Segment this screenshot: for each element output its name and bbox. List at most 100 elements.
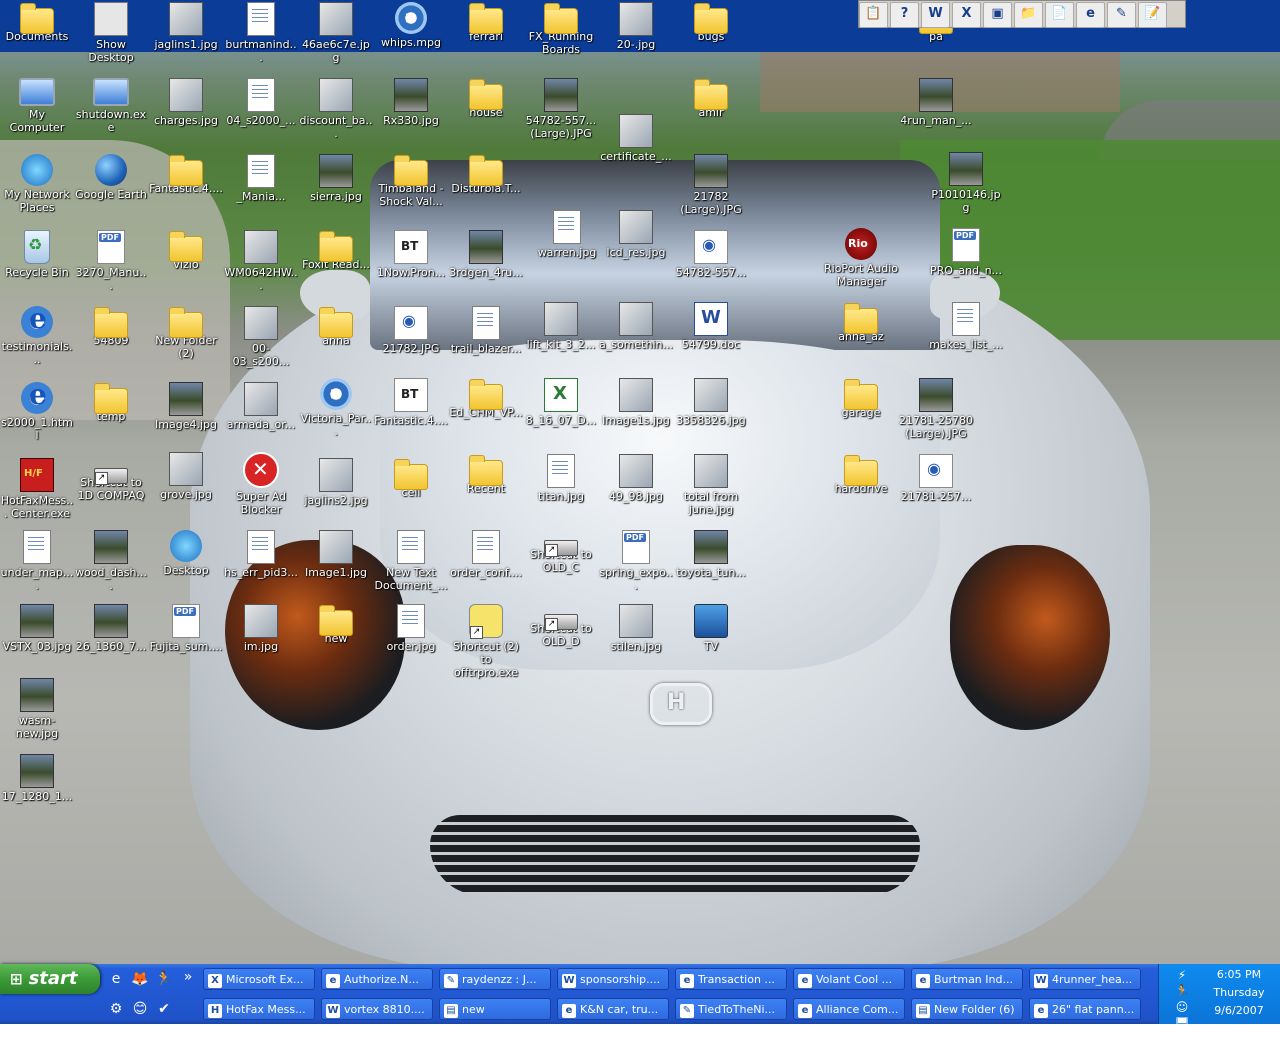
desktop-icon[interactable]: order_conf.... <box>449 530 523 579</box>
quick-launch-button[interactable]: ? <box>890 2 919 28</box>
desktop-icon[interactable]: RioPort Audio Manager <box>824 228 898 288</box>
desktop-icon[interactable]: Image1s.jpg <box>599 378 673 427</box>
desktop-icon[interactable]: bugs <box>674 2 748 43</box>
desktop-icon[interactable]: jaglins2.jpg <box>299 458 373 507</box>
desktop-icon[interactable]: cell <box>374 458 448 499</box>
desktop-icon[interactable]: Fujita_sum.... <box>149 604 223 653</box>
desktop-icon[interactable]: 21782 (Large).JPG <box>674 154 748 216</box>
quick-launch-button[interactable]: ▣ <box>983 2 1012 28</box>
desktop-icon[interactable]: PRO_and_n... <box>929 228 1003 277</box>
taskbar-launch-icon[interactable]: ⚙ <box>106 999 126 1019</box>
taskbar-button[interactable]: Wvortex 8810.... <box>321 998 433 1020</box>
desktop-icon[interactable]: wasm-new.jpg <box>0 678 74 740</box>
desktop-icon[interactable]: toyota_tun... <box>674 530 748 579</box>
desktop-icon[interactable]: Desktop <box>149 530 223 577</box>
desktop-icon[interactable]: warren.jpg <box>530 210 604 259</box>
desktop-icon[interactable]: ferrari <box>449 2 523 43</box>
desktop-icon[interactable]: 3270_Manu... <box>74 230 148 292</box>
desktop-icon[interactable]: Show Desktop <box>74 2 148 64</box>
desktop-icon[interactable]: a_somethin... <box>599 302 673 351</box>
desktop-icon[interactable]: grove.jpg <box>149 452 223 501</box>
taskbar-button[interactable]: e Volant Cool ... <box>793 968 905 990</box>
tray-icon[interactable]: ☺ <box>1167 1000 1197 1016</box>
quick-launch-button[interactable]: 📝 <box>1138 2 1167 28</box>
taskbar-button[interactable]: ▤ New Folder (6) <box>911 998 1023 1020</box>
desktop-icon[interactable]: armada_or... <box>224 382 298 431</box>
desktop-icon[interactable]: temp <box>74 382 148 423</box>
taskbar-launch-icon[interactable]: 🦊 <box>130 969 150 989</box>
desktop-icon[interactable]: anna <box>299 306 373 347</box>
desktop-icon[interactable]: HotFaxMess... Center.exe <box>0 458 74 520</box>
taskbar-button[interactable]: Wsponsorship.... <box>557 968 669 990</box>
taskbar-launch-icon[interactable]: 😊 <box>130 999 150 1019</box>
desktop-icon[interactable]: WM0642HW... <box>224 230 298 292</box>
taskbar-button[interactable]: W 4runner_hea... <box>1029 968 1141 990</box>
quick-launch-button[interactable]: ✎ <box>1107 2 1136 28</box>
tray-icon[interactable]: ♻ <box>1167 1032 1197 1048</box>
desktop-icon[interactable]: 21781-25780 (Large).JPG <box>899 378 973 440</box>
desktop-icon[interactable]: anna_az <box>824 302 898 343</box>
desktop-icon[interactable]: 26_1360_7... <box>74 604 148 653</box>
tray-icon[interactable]: ◆ <box>1167 1048 1197 1064</box>
desktop-icon[interactable]: 20-.jpg <box>599 2 673 51</box>
desktop-icon[interactable]: 54809 <box>74 306 148 347</box>
desktop-icon[interactable]: certificate_... <box>599 114 673 163</box>
desktop-icon[interactable]: wood_dash.... <box>74 530 148 592</box>
taskbar-button[interactable]: e K&N car, tru... <box>557 998 669 1020</box>
desktop-icon[interactable]: house <box>449 78 523 119</box>
desktop-icon[interactable]: 8_16_07_D... <box>524 378 598 427</box>
desktop-icon[interactable]: Fantastic.4.... <box>149 154 223 195</box>
desktop-icon[interactable]: 54782-557... (Large).JPG <box>524 78 598 140</box>
taskbar-button[interactable]: ✎ TiedToTheNi... <box>675 998 787 1020</box>
desktop-icon[interactable]: TV <box>674 604 748 653</box>
start-button[interactable]: ⊞ start <box>0 964 100 994</box>
desktop-icon[interactable]: My Network Places <box>0 154 74 214</box>
desktop-icon[interactable]: Super Ad Blocker <box>224 452 298 516</box>
desktop-icon[interactable]: 54782-557... <box>674 230 748 279</box>
taskbar-launch-icon[interactable]: 🏃 <box>154 969 174 989</box>
desktop-icon[interactable]: New Text Document_... <box>374 530 448 592</box>
desktop-icon[interactable]: 49_98.jpg <box>599 454 673 503</box>
desktop-icon[interactable]: 4run_man_... <box>899 78 973 127</box>
desktop-icon[interactable]: 17_1280_1... <box>0 754 74 803</box>
taskbar-button[interactable]: ▤ new <box>439 998 551 1020</box>
desktop[interactable]: H Documents Show Desktop jaglins1.jpg burtm… <box>0 0 1280 964</box>
desktop-icon[interactable]: Shortcut to OLD_C <box>524 530 598 574</box>
desktop-icon[interactable]: VSTX_03.jpg <box>0 604 74 653</box>
desktop-icon[interactable]: hs_err_pid3... <box>224 530 298 579</box>
desktop-icon[interactable]: Foxit Read... <box>299 230 373 271</box>
desktop-icon[interactable]: vizio <box>149 230 223 271</box>
desktop-icon[interactable]: Ed_CHM_VP... <box>449 378 523 419</box>
desktop-icon[interactable]: 04_s2000_... <box>224 78 298 127</box>
tray-icon[interactable]: 🖥 <box>1167 1016 1197 1032</box>
desktop-icon[interactable]: 21782.JPG <box>374 306 448 355</box>
desktop-icon[interactable]: Shortcut (2) to offtrpro.exe <box>449 604 523 679</box>
desktop-icon[interactable]: Fantastic.4.... <box>374 378 448 427</box>
desktop-icon[interactable]: shutdown.exe <box>74 78 148 134</box>
desktop-icon[interactable]: My Computer <box>0 78 74 134</box>
desktop-icon[interactable]: Documents <box>0 2 74 43</box>
desktop-icon[interactable]: 3rdgen_4ru... <box>449 230 523 279</box>
desktop-icon[interactable]: _Mania... <box>224 154 298 203</box>
desktop-icon[interactable]: titan.jpg <box>524 454 598 503</box>
quick-launch-button[interactable]: 📋 <box>859 2 888 28</box>
desktop-icon[interactable]: 3358326.jpg <box>674 378 748 427</box>
desktop-icon[interactable]: New Folder (2) <box>149 306 223 360</box>
desktop-icon[interactable]: testimonials... <box>0 302 74 366</box>
desktop-icon[interactable]: Recent <box>449 454 523 495</box>
taskbar-button[interactable]: ✎ raydenzz : J... <box>439 968 551 990</box>
desktop-icon[interactable]: discount_ba... <box>299 78 373 140</box>
desktop-icon[interactable]: stilen.jpg <box>599 604 673 653</box>
desktop-icon[interactable]: 46ae6c7e.jpg <box>299 2 373 64</box>
taskbar-launch-icon[interactable]: » <box>178 967 198 987</box>
quick-launch-button[interactable]: 📁 <box>1014 2 1043 28</box>
desktop-icon[interactable]: Shortcut to 1D COMPAQ <box>74 458 148 502</box>
desktop-icon[interactable]: makes_list_... <box>929 302 1003 351</box>
desktop-icon[interactable]: garage <box>824 378 898 419</box>
desktop-icon[interactable]: Google Earth <box>74 154 148 201</box>
desktop-icon[interactable]: Shortcut to OLD_D <box>524 604 598 648</box>
desktop-icon[interactable]: sierra.jpg <box>299 154 373 203</box>
desktop-icon[interactable]: burtmanind... <box>224 2 298 64</box>
desktop-icon[interactable]: order.jpg <box>374 604 448 653</box>
desktop-icon[interactable]: lift_kit_3_2... <box>524 302 598 351</box>
